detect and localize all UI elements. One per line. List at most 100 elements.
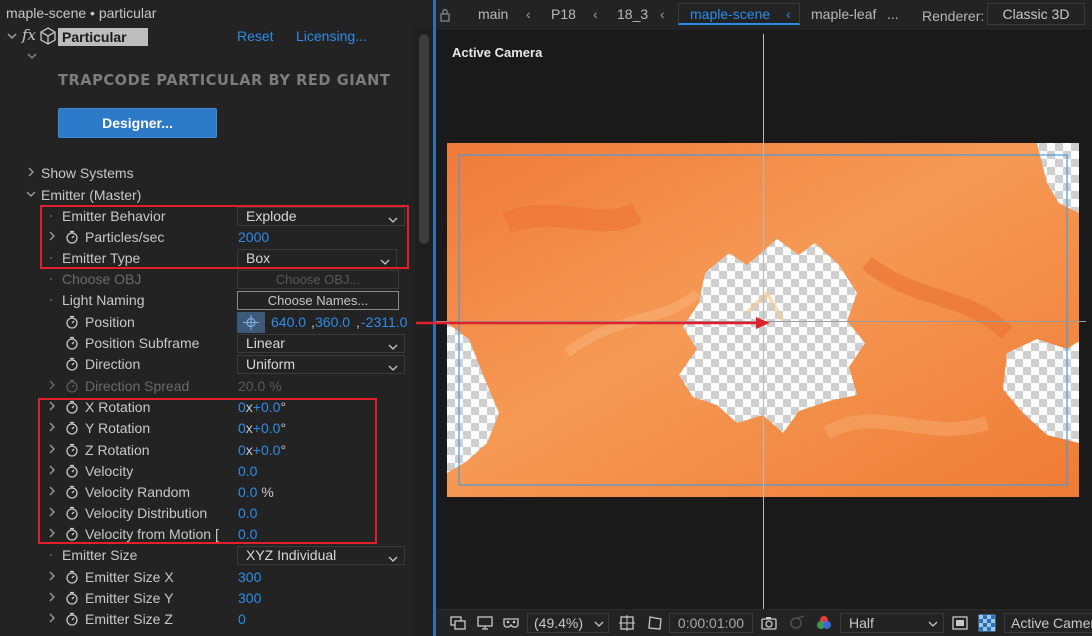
snapshot-toggle-icon[interactable] bbox=[449, 614, 467, 632]
position-target-icon[interactable] bbox=[237, 312, 265, 333]
prop-emitter-size-y: Emitter Size Y 300 bbox=[0, 588, 415, 609]
stopwatch-icon[interactable] bbox=[65, 591, 79, 605]
fx-label: fx bbox=[22, 26, 37, 44]
monitor-icon[interactable] bbox=[476, 614, 494, 632]
collapse-effect-icon[interactable] bbox=[6, 30, 18, 44]
designer-button[interactable]: Designer... bbox=[58, 108, 217, 138]
current-time[interactable]: 0:00:01:00 bbox=[669, 613, 753, 633]
show-snapshot-icon[interactable] bbox=[788, 614, 806, 632]
stopwatch-icon bbox=[66, 379, 78, 393]
prop-position: Position 640.0 , 360.0 , -2311.0 bbox=[0, 312, 415, 333]
tab-maple-leaf[interactable]: maple-leaf bbox=[811, 6, 876, 22]
effect-name[interactable]: Particular bbox=[58, 28, 148, 46]
prop-label: Emitter Size X bbox=[85, 569, 174, 585]
prop-label: Emitter Size Y bbox=[85, 590, 174, 606]
grid-guides-icon[interactable] bbox=[618, 614, 636, 632]
panel-header: maple-scene • particular bbox=[0, 0, 433, 26]
stopwatch-icon[interactable] bbox=[65, 357, 79, 371]
color-channels-icon[interactable] bbox=[815, 614, 833, 632]
licensing-link[interactable]: Licensing... bbox=[296, 28, 367, 44]
prop-label: Choose OBJ bbox=[62, 271, 142, 287]
renderer-button[interactable]: Classic 3D bbox=[987, 3, 1085, 25]
prop-label: Position Subframe bbox=[85, 335, 200, 351]
chevron-down-icon bbox=[594, 621, 604, 627]
stopwatch-icon[interactable] bbox=[65, 315, 79, 329]
scrollbar-thumb[interactable] bbox=[419, 34, 429, 244]
fast-preview-icon[interactable] bbox=[951, 614, 969, 632]
renderer-label: Renderer: bbox=[922, 8, 985, 24]
effect-controls-panel: maple-scene • particular fx Reset Licens… bbox=[0, 0, 433, 636]
zoom-value: (49.4%) bbox=[534, 615, 584, 631]
lock-icon[interactable] bbox=[440, 8, 450, 22]
stopwatch-icon[interactable] bbox=[65, 336, 79, 350]
group-emitter-master[interactable]: Emitter (Master) bbox=[0, 185, 415, 206]
prop-emitter-size: Emitter Size XYZ Individual bbox=[0, 545, 415, 566]
stopwatch-icon[interactable] bbox=[65, 570, 79, 584]
prop-emitter-size-x: Emitter Size X 300 bbox=[0, 567, 415, 588]
chevron-left-icon[interactable]: ‹ bbox=[786, 6, 791, 22]
prop-direction-spread: Direction Spread 20.0 % bbox=[0, 376, 415, 397]
position-z-value[interactable]: -2311.0 bbox=[361, 314, 407, 330]
chevron-down-icon bbox=[388, 360, 398, 377]
chevron-right-icon[interactable] bbox=[46, 379, 58, 393]
chevron-left-icon[interactable]: ‹ bbox=[526, 6, 531, 22]
tab-main[interactable]: main bbox=[478, 6, 508, 22]
dropdown-value: XYZ Individual bbox=[246, 547, 337, 563]
highlight-box-rotation-velocity bbox=[38, 398, 377, 544]
choose-names-button[interactable]: Choose Names... bbox=[237, 291, 399, 310]
reset-link[interactable]: Reset bbox=[237, 28, 274, 44]
chevron-down-icon[interactable] bbox=[25, 188, 37, 202]
tab-maple-scene[interactable]: maple-scene bbox=[690, 6, 770, 22]
tab-overflow[interactable]: ... bbox=[887, 6, 899, 22]
panel-title: maple-scene • particular bbox=[6, 5, 157, 21]
chevron-down-icon[interactable] bbox=[26, 50, 38, 64]
camera-snapshot-icon[interactable] bbox=[760, 614, 778, 632]
chevron-right-icon[interactable] bbox=[46, 570, 58, 584]
direction-dropdown[interactable]: Uniform bbox=[237, 355, 405, 374]
chevron-left-icon[interactable]: ‹ bbox=[593, 6, 598, 22]
prop-direction: Direction Uniform bbox=[0, 354, 415, 375]
stopwatch-icon[interactable] bbox=[65, 612, 79, 626]
chevron-right-icon[interactable] bbox=[46, 591, 58, 605]
plugin-banner: TRAPCODE PARTICULAR BY RED GIANT bbox=[58, 71, 391, 89]
camera-label: Active Camera bbox=[452, 45, 543, 60]
emitter-size-dropdown[interactable]: XYZ Individual bbox=[237, 546, 405, 565]
chevron-left-icon[interactable]: ‹ bbox=[660, 6, 665, 22]
prop-position-subframe: Position Subframe Linear bbox=[0, 333, 415, 354]
choose-obj-button[interactable]: Choose OBJ... bbox=[237, 270, 399, 289]
highlight-box-emitter bbox=[40, 205, 409, 269]
resolution-dropdown[interactable]: Half bbox=[840, 613, 944, 633]
group-show-systems[interactable]: Show Systems bbox=[0, 163, 415, 184]
annotation-arrow bbox=[416, 317, 770, 329]
position-separator: , bbox=[356, 314, 360, 330]
chevron-down-icon bbox=[928, 621, 938, 627]
chevron-down-icon bbox=[388, 551, 398, 568]
group-label: Show Systems bbox=[41, 165, 134, 181]
3d-plugin-icon bbox=[39, 27, 57, 45]
zoom-dropdown[interactable]: (49.4%) bbox=[527, 613, 609, 633]
resolution-value: Half bbox=[849, 615, 874, 631]
group-label: Emitter (Master) bbox=[41, 187, 142, 203]
dropdown-value: Uniform bbox=[246, 356, 296, 372]
prop-label: Emitter Size bbox=[62, 547, 138, 563]
prop-light-naming: Light Naming Choose Names... bbox=[0, 290, 415, 311]
tab-18-3[interactable]: 18_3 bbox=[617, 6, 648, 22]
transparency-grid-icon[interactable] bbox=[978, 614, 996, 632]
emitter-size-y-value[interactable]: 300 bbox=[238, 590, 261, 606]
active-camera-dropdown[interactable]: Active Camera bbox=[1004, 613, 1092, 633]
chevron-right-icon[interactable] bbox=[25, 166, 37, 180]
position-y-value[interactable]: 360.0 bbox=[315, 314, 350, 330]
emitter-size-x-value[interactable]: 300 bbox=[238, 569, 261, 585]
position-subframe-dropdown[interactable]: Linear bbox=[237, 334, 405, 353]
mask-visibility-icon[interactable] bbox=[502, 614, 520, 632]
position-x-value[interactable]: 640.0 bbox=[271, 314, 306, 330]
dropdown-value: Linear bbox=[246, 335, 285, 351]
prop-label: Direction Spread bbox=[85, 378, 190, 394]
region-of-interest-icon[interactable] bbox=[646, 614, 664, 632]
direction-spread-value: 20.0 % bbox=[238, 378, 282, 394]
prop-label: Direction bbox=[85, 356, 141, 372]
chevron-right-icon[interactable] bbox=[46, 612, 58, 626]
emitter-size-z-value[interactable]: 0 bbox=[238, 611, 246, 627]
prop-emitter-size-z: Emitter Size Z 0 bbox=[0, 609, 415, 630]
tab-p18[interactable]: P18 bbox=[551, 6, 576, 22]
